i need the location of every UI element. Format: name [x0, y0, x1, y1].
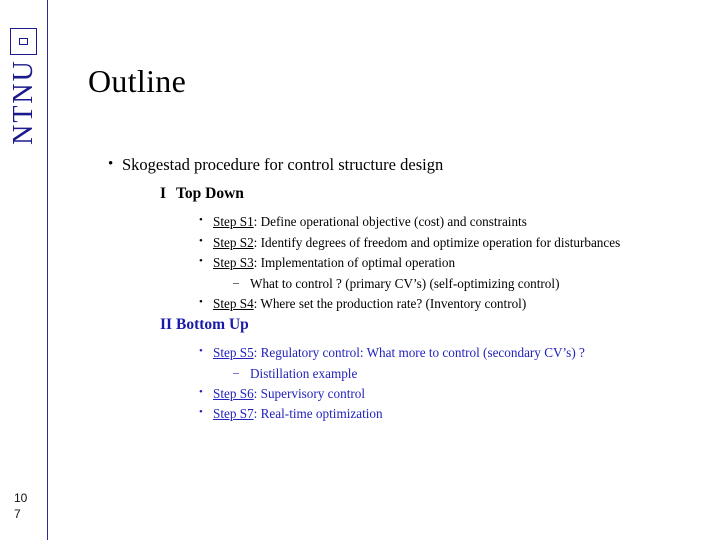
step-s7-name: Step S7 — [213, 406, 254, 422]
page-title: Outline — [88, 63, 187, 99]
step-s4-text: : Where set the production rate? (Invent… — [253, 296, 527, 312]
section-numeral-ii: II — [160, 315, 173, 333]
bullet-icon: • — [199, 406, 203, 419]
step-s2-name: Step S2 — [213, 234, 254, 250]
step-s4-name: Step S4 — [213, 296, 254, 312]
bullet-icon: • — [199, 296, 203, 309]
section-numeral-i: I — [160, 184, 167, 202]
bullet-icon: • — [199, 255, 203, 268]
bullet-icon: • — [199, 234, 203, 247]
outline-step-s7: • Step S7: Real-time optimization — [78, 405, 718, 422]
dash-icon: – — [233, 274, 239, 289]
outline-body: • Skogestad procedure for control struct… — [78, 155, 718, 426]
step-s3-sub-text: What to control ? (primary CV’s) (self-o… — [250, 275, 560, 291]
outline-step-s3: • Step S3: Implementation of optimal ope… — [78, 254, 718, 271]
outline-section-bottom-up: II Bottom Up — [78, 316, 718, 335]
outline-section-top-down: I Top Down — [78, 185, 718, 204]
step-s3-name: Step S3 — [213, 255, 254, 271]
step-s6-name: Step S6 — [213, 385, 254, 401]
dash-icon: – — [233, 364, 239, 379]
step-s1-name: Step S1 — [213, 214, 254, 230]
step-s3-text: : Implementation of optimal operation — [253, 255, 456, 271]
left-sidebar-band: NTNU 10 7 — [0, 0, 48, 540]
step-s6-text: : Supervisory control — [253, 385, 366, 401]
bullet-icon: • — [199, 345, 203, 358]
step-s2-text: : Identify degrees of freedom and optimi… — [253, 234, 621, 250]
outline-step-s4: • Step S4: Where set the production rate… — [78, 295, 718, 312]
bullet-icon: • — [199, 385, 203, 398]
outline-step-s6: • Step S6: Supervisory control — [78, 385, 718, 402]
outline-item-main: • Skogestad procedure for control struct… — [78, 155, 718, 175]
outline-step-s1: • Step S1: Define operational objective … — [78, 213, 718, 230]
slide: NTNU 10 7 Outline • Skogestad procedure … — [0, 0, 720, 540]
outline-step-s5-sub: – Distillation example — [78, 365, 718, 382]
ntnu-logo-text: NTNU — [8, 59, 39, 145]
section-label-bottom-up: Bottom Up — [176, 315, 249, 333]
bullet-icon: • — [108, 156, 114, 172]
slide-content: Outline • Skogestad procedure for contro… — [48, 0, 720, 540]
step-s5-text: : Regulatory control: What more to contr… — [253, 345, 585, 361]
outline-step-s2: • Step S2: Identify degrees of freedom a… — [78, 234, 718, 251]
step-s5-name: Step S5 — [213, 345, 254, 361]
step-s1-text: : Define operational objective (cost) an… — [253, 214, 527, 230]
step-s7-text: : Real-time optimization — [253, 406, 383, 422]
outline-step-s5: • Step S5: Regulatory control: What more… — [78, 344, 718, 361]
outline-item-main-label: Skogestad procedure for control structur… — [122, 155, 444, 174]
step-s5-sub-text: Distillation example — [250, 365, 358, 381]
section-label-top-down: Top Down — [176, 184, 244, 202]
ntnu-logo: NTNU — [2, 28, 46, 158]
footer-page-numbers: 10 7 — [14, 490, 27, 522]
bullet-icon: • — [199, 214, 203, 227]
footer-number-primary: 10 — [14, 490, 28, 505]
footer-number-secondary: 7 — [14, 506, 21, 521]
outline-step-s3-sub: – What to control ? (primary CV’s) (self… — [78, 275, 718, 292]
